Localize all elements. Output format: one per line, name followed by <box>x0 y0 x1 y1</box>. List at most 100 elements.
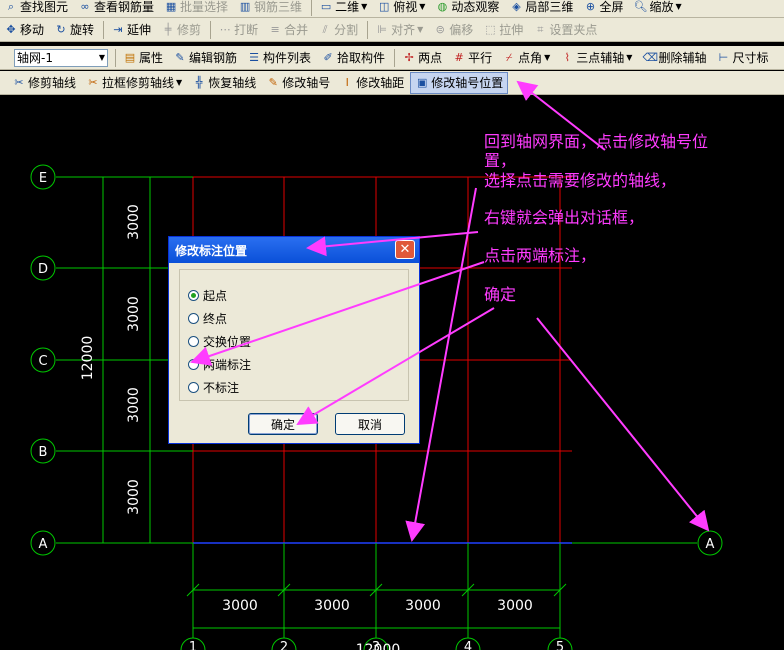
radio-none[interactable] <box>188 382 199 393</box>
separator <box>103 20 105 39</box>
radio-start[interactable] <box>188 290 199 301</box>
annotation-step-2: 选择点击需要修改的轴线， <box>484 171 677 190</box>
component-list-button[interactable]: ☰ 构件列表 <box>243 48 315 68</box>
topview-button[interactable]: ◫ 俯视 ▼ <box>373 0 429 17</box>
close-icon[interactable]: ✕ <box>395 240 415 259</box>
chevron-down-icon[interactable]: ▼ <box>99 53 105 62</box>
property-button[interactable]: ▤ 属性 <box>119 48 167 68</box>
option-swap[interactable]: 交换位置 <box>188 333 251 350</box>
batch-select-button[interactable]: ▦ 批量选择 <box>160 0 232 17</box>
three-point-button[interactable]: ⌇ 三点辅轴 ▼ <box>556 48 636 68</box>
axis-label-pos-icon: ▣ <box>417 75 428 89</box>
property-icon: ▤ <box>124 50 136 64</box>
offset-button[interactable]: ⊜ 偏移 <box>429 20 477 40</box>
split-button[interactable]: ⫽ 分割 <box>314 20 362 40</box>
offset-icon: ⊜ <box>435 22 445 36</box>
axis-label-col-4: 4 <box>464 640 472 650</box>
option-group: 起点 终点 交换位置 两端标注 不标注 <box>179 269 409 401</box>
separator <box>311 0 313 16</box>
row-spacing-label-3: 3000 <box>126 479 142 515</box>
col-spacing-label-1: 3000 <box>314 598 350 614</box>
radio-end[interactable] <box>188 313 199 324</box>
option-none[interactable]: 不标注 <box>188 379 239 396</box>
col-spacing-label-3: 3000 <box>497 598 533 614</box>
axis-label-col-1: 1 <box>189 640 197 650</box>
point-angle-button[interactable]: ⌿ 点角 ▼ <box>498 48 554 68</box>
grid-toolbar: 轴网-1 ▼ ▤ 属性 ✎ 编辑钢筋 ☰ 构件列表 ✐ 拾取构件 ✢ 两点 # 平行 ⌿ 点角 ▼… <box>0 46 784 70</box>
stretch-button[interactable]: ⬚ 拉伸 <box>479 20 527 40</box>
parallel-button[interactable]: # 平行 <box>448 48 496 68</box>
extend-button[interactable]: ⇥ 延伸 <box>107 20 155 40</box>
extend-icon: ⇥ <box>113 22 123 36</box>
dropdown-arrow-icon[interactable]: ▼ <box>419 2 425 11</box>
axis-label-D: D <box>38 262 48 277</box>
edit-rebar-button[interactable]: ✎ 编辑钢筋 <box>169 48 241 68</box>
view-toolbar: ⌕ 查找图元 ∞ 查看钢筋量 ▦ 批量选择 ▥ 钢筋三维 ▭ 二维 ▼ ◫ 俯视 ▼ ◍ 动态观察… <box>0 0 784 18</box>
rebar-3d-button[interactable]: ▥ 钢筋三维 <box>234 0 306 17</box>
point-angle-icon: ⌿ <box>505 50 513 64</box>
edit-rebar-icon: ✎ <box>175 50 185 64</box>
dimension-icon: ⊢ <box>718 50 729 64</box>
find-element-button[interactable]: ⌕ 查找图元 <box>0 0 72 17</box>
annotation-step-1: 回到轴网界面，点击修改轴号位 <box>484 132 709 151</box>
move-button[interactable]: ✥ 移动 <box>0 20 48 40</box>
grip-button[interactable]: ⌗ 设置夹点 <box>529 20 601 40</box>
option-both-ends[interactable]: 两端标注 <box>188 356 251 373</box>
trim-button[interactable]: ╪ 修剪 <box>157 20 205 40</box>
break-button[interactable]: ⋯ 打断 <box>214 20 262 40</box>
orbit-icon: ◍ <box>437 0 448 13</box>
zoom-icon: 🔍︎ <box>633 0 648 13</box>
pick-icon: ✐ <box>323 50 333 64</box>
orbit-button[interactable]: ◍ 动态观察 <box>431 0 503 17</box>
trim-axis-button[interactable]: ✂ 修剪轴线 <box>8 73 80 93</box>
align-icon: ⊫ <box>377 22 387 36</box>
delete-axis-button[interactable]: ⌫ 删除辅轴 <box>638 48 710 68</box>
dropdown-arrow-icon[interactable]: ▼ <box>361 2 367 11</box>
separator <box>367 20 369 39</box>
separator <box>115 48 116 67</box>
dropdown-arrow-icon[interactable]: ▼ <box>675 2 681 11</box>
fullscreen-icon: ⊕ <box>585 0 596 13</box>
restore-axis-button[interactable]: ╬ 恢复轴线 <box>188 73 260 93</box>
ok-button[interactable]: 确定 <box>248 413 318 435</box>
dimension-button[interactable]: ⊢ 尺寸标 <box>712 48 772 68</box>
search-icon: ⌕ <box>7 0 15 13</box>
option-end[interactable]: 终点 <box>188 310 227 327</box>
cancel-button[interactable]: 取消 <box>335 413 405 435</box>
option-start[interactable]: 起点 <box>188 287 227 304</box>
trim-icon: ╪ <box>164 22 172 36</box>
local-3d-icon: ◈ <box>512 0 521 13</box>
annotation-step-4: 点击两端标注， <box>484 246 597 265</box>
rebar-3d-icon: ▥ <box>239 0 251 13</box>
batch-select-icon: ▦ <box>165 0 177 13</box>
edit-axis-label-position-button[interactable]: ▣ 修改轴号位置 <box>410 71 509 94</box>
rotate-button[interactable]: ↻ 旋转 <box>50 20 98 40</box>
axis-toolbar: ✂ 修剪轴线 ✂ 拉框修剪轴线 ▼ ╬ 恢复轴线 ✎ 修改轴号 I 修改轴距 ▣ 修改轴号位置 <box>0 71 784 95</box>
local-3d-button[interactable]: ◈ 局部三维 <box>505 0 577 17</box>
two-point-button[interactable]: ✢ 两点 <box>398 48 446 68</box>
dialog-title-bar[interactable]: 修改标注位置 ✕ <box>169 237 419 263</box>
view-rebar-button[interactable]: ∞ 查看钢筋量 <box>74 0 158 17</box>
dialog-title: 修改标注位置 <box>175 243 248 258</box>
2d-button[interactable]: ▭ 二维 ▼ <box>315 0 371 17</box>
fullscreen-button[interactable]: ⊕ 全屏 <box>579 0 627 17</box>
edit-toolbar: ✥ 移动 ↻ 旋转 ⇥ 延伸 ╪ 修剪 ⋯ 打断 ≡ 合并 ⫽ 分割 ⊫ 对齐 ▼ ⊜ 偏移 ⬚ 拉伸… <box>0 18 784 42</box>
edit-axis-spacing-button[interactable]: I 修改轴距 <box>336 73 408 93</box>
radio-both-ends[interactable] <box>188 359 199 370</box>
layer-combo[interactable]: 轴网-1 ▼ <box>14 48 108 67</box>
merge-button[interactable]: ≡ 合并 <box>264 20 312 40</box>
axis-label-A: A <box>39 537 48 552</box>
radio-swap[interactable] <box>188 336 199 347</box>
dropdown-arrow-icon[interactable]: ▼ <box>626 53 632 62</box>
pick-component-button[interactable]: ✐ 拾取构件 <box>317 48 389 68</box>
zoom-button[interactable]: 🔍︎ 缩放 ▼ <box>629 0 685 17</box>
dropdown-arrow-icon[interactable]: ▼ <box>544 53 550 62</box>
axis-label-C: C <box>38 354 47 369</box>
separator <box>210 20 212 39</box>
box-trim-axis-button[interactable]: ✂ 拉框修剪轴线 ▼ <box>82 73 186 93</box>
dropdown-arrow-icon[interactable]: ▼ <box>176 78 182 87</box>
dropdown-arrow-icon[interactable]: ▼ <box>417 25 423 34</box>
row-spacing-label-1: 3000 <box>126 296 142 332</box>
edit-axis-number-button[interactable]: ✎ 修改轴号 <box>262 73 334 93</box>
align-button[interactable]: ⊫ 对齐 ▼ <box>371 20 427 40</box>
